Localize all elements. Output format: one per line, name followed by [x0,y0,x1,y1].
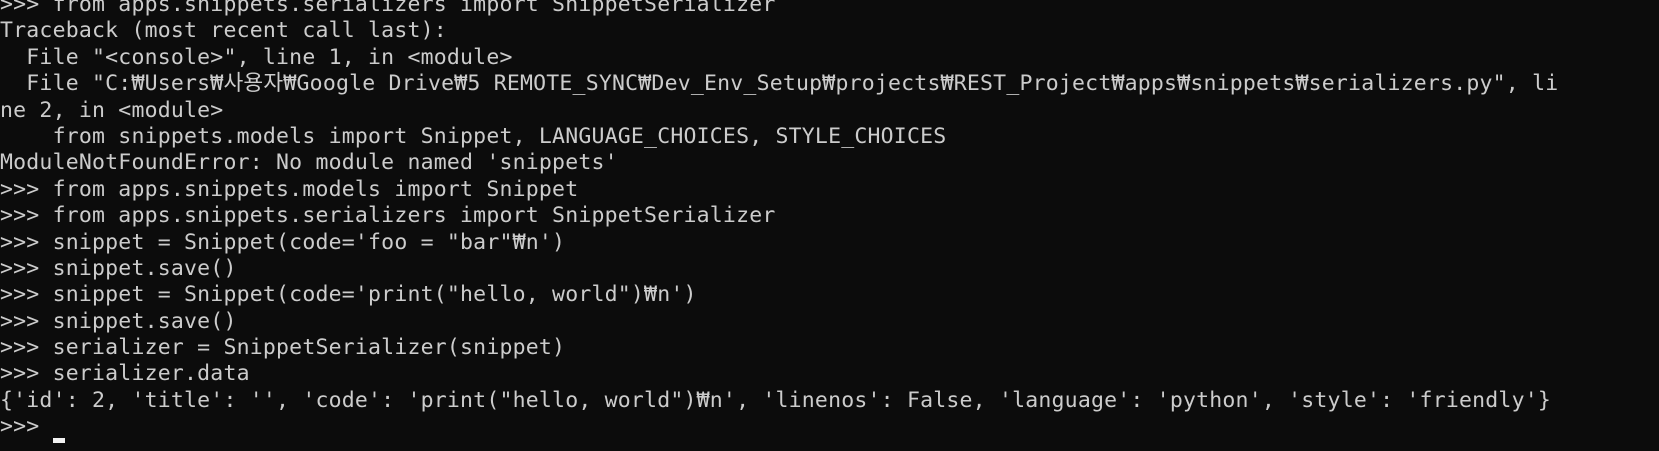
console-line: File "C:₩Users₩사용자₩Google Drive₩5 REMOTE… [0,71,1559,97]
console-prompt: >>> [0,414,53,440]
console-prompt-line[interactable]: >>> [0,414,1558,444]
console-line: >>> from apps.snippets.serializers impor… [0,0,776,17]
console-line: >>> serializer = SnippetSerializer(snipp… [0,335,566,361]
console-line: ne 2, in <module> [0,97,224,123]
console-window[interactable]: >>> from apps.snippets.serializers impor… [0,0,1659,451]
console-line: >>> snippet.save() [0,255,237,281]
console-line: from snippets.models import Snippet, LAN… [0,123,947,149]
console-line: >>> serializer.data [0,361,250,387]
console-line: {'id': 2, 'title': '', 'code': 'print("h… [0,387,1552,413]
console-line: >>> snippet = Snippet(code='print("hello… [0,282,697,308]
console-line: >>> from apps.snippets.serializers impor… [0,203,776,229]
console-line: >>> snippet.save() [0,308,237,334]
text-cursor [52,438,65,444]
console-line: >>> snippet = Snippet(code='foo = "bar"₩… [0,229,566,255]
console-output: >>> from apps.snippets.serializers impor… [0,0,1559,444]
console-line: Traceback (most recent call last): [0,18,447,44]
console-line: File "<console>", line 1, in <module> [0,44,513,70]
console-line: >>> from apps.snippets.models import Sni… [0,176,579,202]
console-line: ModuleNotFoundError: No module named 'sn… [0,150,618,176]
